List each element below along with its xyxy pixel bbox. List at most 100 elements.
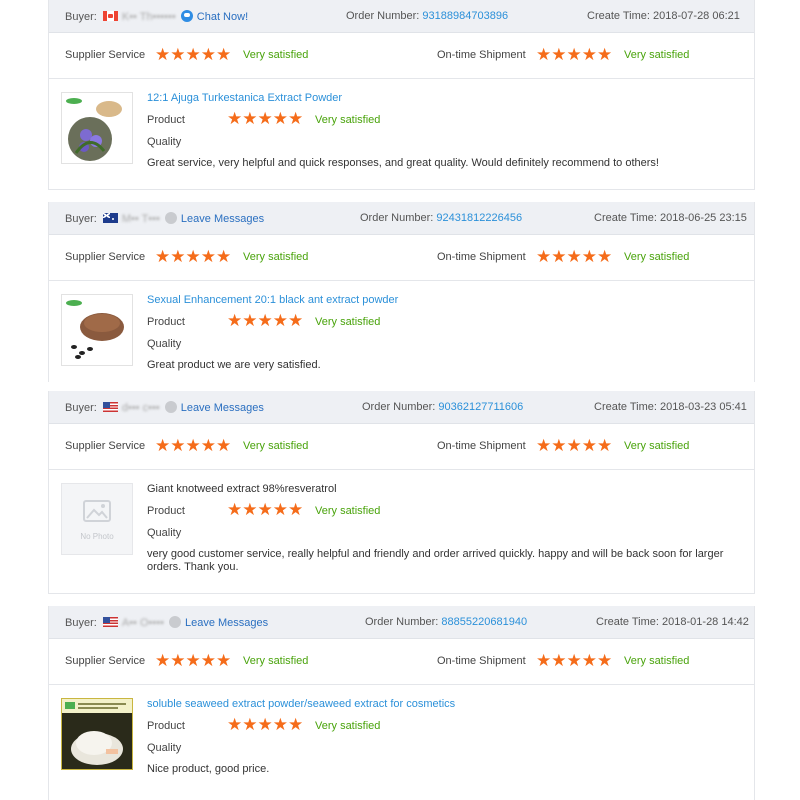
product-title-link[interactable]: 12:1 Ajuga Turkestanica Extract Powder bbox=[147, 92, 342, 105]
usa-flag-icon bbox=[102, 402, 118, 412]
australia-flag-icon bbox=[102, 213, 118, 223]
supplier-service-rating: Very satisfied bbox=[243, 440, 309, 452]
create-time: 2018-03-23 05:41 bbox=[660, 401, 747, 413]
buyer-label: Buyer: bbox=[65, 213, 97, 225]
ontime-shipment-label: On-time Shipment bbox=[437, 440, 526, 452]
seller-ratings: Supplier Service ★★★★★ Very satisfied On… bbox=[49, 235, 754, 281]
seller-ratings: Supplier Service ★★★★★ Very satisfied On… bbox=[49, 33, 754, 79]
product-rating: Very satisfied bbox=[315, 720, 381, 732]
ontime-shipment-stars: ★★★★★ bbox=[536, 436, 613, 455]
create-time-label: Create Time: bbox=[594, 401, 657, 413]
ontime-shipment-label: On-time Shipment bbox=[437, 49, 526, 61]
order-number-label: Order Number: bbox=[365, 616, 439, 628]
product-image bbox=[62, 295, 132, 365]
review-card: Buyer: d••• c••• Leave Messages Order Nu… bbox=[48, 391, 755, 594]
product-rating: Very satisfied bbox=[315, 316, 381, 328]
review-text: Great service, very helpful and quick re… bbox=[147, 157, 659, 169]
product-review: No Photo Giant knotweed extract 98%resve… bbox=[49, 470, 754, 590]
order-number-label: Order Number: bbox=[362, 401, 436, 413]
product-review: soluble seaweed extract powder/seaweed e… bbox=[49, 685, 754, 795]
leave-messages-link[interactable]: Leave Messages bbox=[181, 213, 264, 225]
supplier-service-stars: ★★★★★ bbox=[155, 45, 232, 64]
product-review: 12:1 Ajuga Turkestanica Extract Powder P… bbox=[49, 79, 754, 189]
product-label: Product bbox=[147, 114, 185, 126]
product-thumbnail[interactable] bbox=[61, 92, 133, 164]
supplier-service-rating: Very satisfied bbox=[243, 655, 309, 667]
product-stars: ★★★★★ bbox=[227, 109, 304, 128]
review-header: Buyer: K•• Th•••••• Chat Now! Order Numb… bbox=[49, 0, 754, 33]
buyer-name: K•• Th•••••• bbox=[121, 11, 176, 23]
supplier-service-label: Supplier Service bbox=[65, 251, 146, 263]
order-number[interactable]: 88855220681940 bbox=[441, 616, 527, 628]
supplier-service-rating: Very satisfied bbox=[243, 251, 309, 263]
review-text: very good customer service, really helpf… bbox=[147, 548, 724, 573]
usa-flag-icon bbox=[102, 617, 118, 627]
supplier-service-stars: ★★★★★ bbox=[155, 247, 232, 266]
supplier-service-label: Supplier Service bbox=[65, 49, 146, 61]
product-thumbnail[interactable] bbox=[61, 294, 133, 366]
product-title-link[interactable]: soluble seaweed extract powder/seaweed e… bbox=[147, 698, 455, 711]
order-number[interactable]: 90362127711606 bbox=[438, 401, 523, 413]
ontime-shipment-rating: Very satisfied bbox=[624, 440, 690, 452]
supplier-service-label: Supplier Service bbox=[65, 440, 146, 452]
order-number[interactable]: 93188984703896 bbox=[422, 10, 508, 22]
review-card: Buyer: A•• O•••• Leave Messages Order Nu… bbox=[48, 606, 755, 800]
review-header: Buyer: M•• T••• Leave Messages Order Num… bbox=[49, 202, 754, 235]
product-review: Sexual Enhancement 20:1 black ant extrac… bbox=[49, 281, 754, 381]
review-card: Buyer: M•• T••• Leave Messages Order Num… bbox=[48, 202, 755, 382]
order-number-label: Order Number: bbox=[360, 212, 434, 224]
product-thumbnail[interactable] bbox=[61, 698, 133, 770]
ontime-shipment-label: On-time Shipment bbox=[437, 655, 526, 667]
supplier-service-label: Supplier Service bbox=[65, 655, 146, 667]
create-time: 2018-06-25 23:15 bbox=[660, 212, 747, 224]
seller-ratings: Supplier Service ★★★★★ Very satisfied On… bbox=[49, 424, 754, 470]
ontime-shipment-stars: ★★★★★ bbox=[536, 45, 613, 64]
quality-label: Quality bbox=[147, 136, 182, 148]
canada-flag-icon bbox=[102, 11, 118, 21]
quality-label: Quality bbox=[147, 338, 182, 350]
no-photo-icon bbox=[83, 500, 111, 522]
buyer-name: A•• O•••• bbox=[121, 617, 164, 629]
buyer-label: Buyer: bbox=[65, 402, 97, 414]
chat-icon[interactable] bbox=[180, 10, 193, 22]
leave-messages-link[interactable]: Leave Messages bbox=[185, 617, 268, 629]
order-number[interactable]: 92431812226456 bbox=[436, 212, 522, 224]
product-title: Giant knotweed extract 98%resveratrol bbox=[147, 483, 337, 495]
supplier-service-stars: ★★★★★ bbox=[155, 651, 232, 670]
product-stars: ★★★★★ bbox=[227, 500, 304, 519]
product-image bbox=[62, 93, 132, 163]
ontime-shipment-rating: Very satisfied bbox=[624, 251, 690, 263]
buyer-name: d••• c••• bbox=[121, 402, 160, 414]
message-icon[interactable] bbox=[164, 212, 177, 224]
ontime-shipment-rating: Very satisfied bbox=[624, 49, 690, 61]
buyer-label: Buyer: bbox=[65, 11, 97, 23]
buyer-label: Buyer: bbox=[65, 617, 97, 629]
supplier-service-rating: Very satisfied bbox=[243, 49, 309, 61]
review-card: Buyer: K•• Th•••••• Chat Now! Order Numb… bbox=[48, 0, 755, 190]
review-text: Great product we are very satisfied. bbox=[147, 359, 321, 371]
leave-messages-link[interactable]: Leave Messages bbox=[181, 402, 264, 414]
ontime-shipment-stars: ★★★★★ bbox=[536, 651, 613, 670]
ontime-shipment-label: On-time Shipment bbox=[437, 251, 526, 263]
create-time-label: Create Time: bbox=[596, 616, 659, 628]
product-rating: Very satisfied bbox=[315, 505, 381, 517]
review-text: Nice product, good price. bbox=[147, 763, 270, 775]
review-header: Buyer: A•• O•••• Leave Messages Order Nu… bbox=[49, 606, 754, 639]
product-rating: Very satisfied bbox=[315, 114, 381, 126]
quality-label: Quality bbox=[147, 527, 182, 539]
seller-ratings: Supplier Service ★★★★★ Very satisfied On… bbox=[49, 639, 754, 685]
message-icon[interactable] bbox=[168, 616, 181, 628]
product-thumbnail[interactable]: No Photo bbox=[61, 483, 133, 555]
message-icon[interactable] bbox=[164, 401, 177, 413]
ontime-shipment-stars: ★★★★★ bbox=[536, 247, 613, 266]
create-time-label: Create Time: bbox=[594, 212, 657, 224]
product-label: Product bbox=[147, 720, 185, 732]
order-number-label: Order Number: bbox=[346, 10, 420, 22]
chat-now-link[interactable]: Chat Now! bbox=[197, 11, 248, 23]
buyer-name: M•• T••• bbox=[121, 213, 160, 225]
create-time-label: Create Time: bbox=[587, 10, 650, 22]
review-header: Buyer: d••• c••• Leave Messages Order Nu… bbox=[49, 391, 754, 424]
product-title-link[interactable]: Sexual Enhancement 20:1 black ant extrac… bbox=[147, 294, 398, 307]
product-label: Product bbox=[147, 505, 185, 517]
ontime-shipment-rating: Very satisfied bbox=[624, 655, 690, 667]
